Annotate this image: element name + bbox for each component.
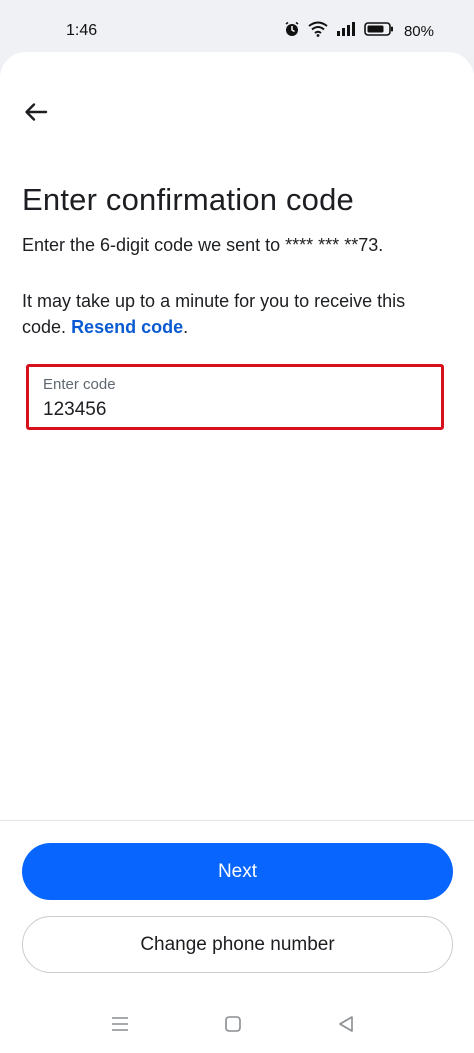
code-input-value[interactable]: 123456: [43, 399, 106, 421]
info-text: It may take up to a minute for you to re…: [22, 288, 452, 340]
system-back-button[interactable]: [332, 1014, 360, 1038]
menu-icon: [110, 1016, 130, 1037]
status-time: 1:46: [66, 22, 98, 39]
info-text-suffix: .: [183, 317, 189, 337]
battery-icon: [364, 21, 394, 42]
back-triangle-icon: [337, 1015, 355, 1038]
home-button[interactable]: [219, 1014, 247, 1038]
change-phone-number-button[interactable]: Change phone number: [22, 916, 453, 973]
status-bar: 1:46 80%: [0, 0, 474, 58]
alarm-icon: [284, 21, 300, 42]
system-nav-bar: [0, 1000, 474, 1053]
recents-button[interactable]: [106, 1014, 134, 1038]
confirmation-sheet: Enter confirmation code Enter the 6-digi…: [0, 52, 474, 1053]
page-title: Enter confirmation code: [22, 182, 354, 217]
footer-divider: [0, 820, 474, 821]
battery-percentage: 80%: [403, 22, 434, 40]
code-input-label: Enter code: [43, 376, 116, 393]
home-icon: [224, 1015, 242, 1038]
wifi-icon: [308, 21, 328, 42]
code-sent-text: Enter the 6-digit code we sent to **** *…: [22, 235, 384, 255]
status-icons: 80%: [284, 20, 434, 42]
resend-code-link[interactable]: Resend code: [71, 317, 183, 337]
back-arrow-icon: [24, 102, 48, 127]
back-button[interactable]: [20, 98, 52, 130]
signal-icon: [336, 21, 356, 42]
code-input-field[interactable]: Enter code 123456: [26, 364, 444, 430]
next-button[interactable]: Next: [22, 843, 453, 900]
